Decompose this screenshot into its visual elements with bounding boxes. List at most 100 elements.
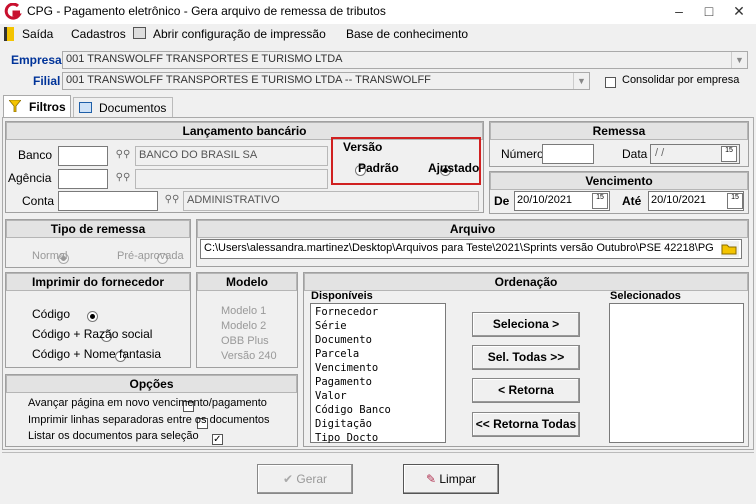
limpar-button[interactable]: ✎ Limpar — [403, 464, 499, 494]
calendar-icon[interactable]: 15 — [727, 193, 743, 209]
arquivo-title: Arquivo — [197, 220, 748, 238]
avancar-label: Avançar página em novo vencimento/pagame… — [28, 397, 267, 409]
arquivo-path: C:\Users\alessandra.martinez\Desktop\Arq… — [204, 242, 714, 254]
obb-label: OBB Plus — [221, 335, 269, 347]
versao-title: Versão — [341, 140, 385, 154]
list-item[interactable]: Vencimento — [315, 361, 441, 375]
selecionados-list[interactable] — [609, 303, 744, 443]
padrao-label: Padrão — [358, 161, 399, 175]
ajustado-label: Ajustado — [428, 161, 480, 175]
list-item[interactable]: Digitação — [315, 417, 441, 431]
consolidar-checkbox[interactable] — [605, 77, 616, 89]
agencia-label: Agência — [8, 171, 52, 185]
check-icon: ✔ — [282, 472, 294, 486]
limpar-label: Limpar — [439, 472, 477, 486]
arquivo-path-input[interactable]: C:\Users\alessandra.martinez\Desktop\Arq… — [200, 239, 742, 259]
remessa-title: Remessa — [490, 122, 748, 140]
list-item[interactable]: Valor — [315, 389, 441, 403]
imprimir-title: Imprimir do fornecedor — [6, 273, 190, 291]
seleciona-button[interactable]: Seleciona > — [472, 312, 580, 337]
tab-filtros-label: Filtros — [29, 100, 66, 114]
binoculars-icon[interactable]: ⚲⚲ — [112, 169, 134, 189]
chevron-down-icon: ▼ — [573, 73, 589, 89]
sel-todas-button[interactable]: Sel. Todas >> — [472, 345, 580, 370]
binoculars-icon[interactable]: ⚲⚲ — [112, 146, 134, 166]
versao240-label: Versão 240 — [221, 350, 277, 362]
fantasia-label: Código + Nome fantasia — [32, 347, 162, 361]
chevron-down-icon: ▼ — [731, 52, 747, 68]
menu-cadastros[interactable]: Cadastros — [71, 27, 126, 41]
listar-label: Listar os documentos para seleção — [28, 430, 199, 442]
menu-saida[interactable]: Saída — [22, 27, 53, 41]
modelo2-label: Modelo 2 — [221, 320, 267, 332]
list-item[interactable]: Parcela — [315, 347, 441, 361]
list-item[interactable]: Documento — [315, 333, 441, 347]
retorna-button[interactable]: < Retorna — [472, 378, 580, 403]
filial-select[interactable]: 001 TRANSWOLFF TRANSPORTES E TURISMO LTD… — [62, 72, 590, 90]
de-value: 20/10/2021 — [517, 194, 573, 206]
maximize-button[interactable]: □ — [694, 0, 724, 22]
opcoes-title: Opções — [6, 375, 297, 393]
binoculars-icon[interactable]: ⚲⚲ — [161, 191, 183, 211]
conta-input[interactable] — [58, 191, 158, 211]
banco-input[interactable] — [58, 146, 108, 166]
razao-label: Código + Razão social — [32, 327, 153, 341]
selecionados-label: Selecionados — [610, 290, 681, 302]
tipo-title: Tipo de remessa — [6, 220, 190, 238]
codigo-radio[interactable] — [86, 311, 98, 323]
agencia-input[interactable] — [58, 169, 108, 189]
listar-checkbox[interactable]: ✓ — [211, 434, 223, 446]
printer-icon — [133, 27, 146, 39]
disponiveis-list[interactable]: Fornecedor Série Documento Parcela Venci… — [310, 303, 446, 445]
close-button[interactable]: ✕ — [724, 0, 754, 22]
modelo-title: Modelo — [197, 273, 297, 291]
tab-filtros[interactable]: Filtros — [3, 95, 71, 118]
data-label: Data — [622, 147, 648, 161]
gerar-button[interactable]: ✔ Gerar — [257, 464, 353, 494]
window-title: CPG - Pagamento eletrônico - Gera arquiv… — [27, 4, 386, 18]
calendar-icon[interactable]: 15 — [592, 193, 608, 209]
menu-base-conhecimento[interactable]: Base de conhecimento — [346, 27, 468, 41]
list-item[interactable]: Fornecedor — [315, 305, 441, 319]
filial-value: 001 TRANSWOLFF TRANSPORTES E TURISMO LTD… — [66, 74, 431, 86]
eraser-icon: ✎ — [425, 472, 437, 486]
vencimento-title: Vencimento — [490, 172, 748, 190]
data-value: / / — [655, 147, 665, 159]
numero-input[interactable] — [542, 144, 594, 164]
consolidar-label: Consolidar por empresa — [622, 74, 740, 86]
list-item[interactable]: Tipo Docto — [315, 431, 441, 445]
ate-value: 20/10/2021 — [651, 194, 707, 206]
pre-aprovada-label: Pré-aprovada — [117, 250, 184, 262]
disponiveis-label: Disponíveis — [311, 290, 373, 302]
empresa-value: 001 TRANSWOLFF TRANSPORTES E TURISMO LTD… — [66, 53, 343, 65]
codigo-label: Código — [32, 307, 71, 321]
menu-abrir-configuracao[interactable]: Abrir configuração de impressão — [153, 27, 326, 41]
conta-name: ADMINISTRATIVO — [183, 191, 479, 211]
exit-icon — [4, 27, 14, 41]
table-icon — [79, 102, 92, 113]
modelo1-label: Modelo 1 — [221, 305, 267, 317]
empresa-label: Empresa — [11, 53, 62, 67]
retorna-todas-button[interactable]: << Retorna Todas — [472, 412, 580, 437]
filter-icon — [9, 100, 21, 112]
agencia-name — [135, 169, 328, 189]
ordenacao-title: Ordenação — [304, 273, 748, 291]
de-label: De — [494, 194, 510, 208]
tab-documentos[interactable]: Documentos — [73, 97, 173, 118]
separadoras-label: Imprimir linhas separadoras entre os doc… — [28, 414, 270, 426]
list-item[interactable]: Código Banco — [315, 403, 441, 417]
list-item[interactable]: Série — [315, 319, 441, 333]
calendar-icon[interactable]: 15 — [721, 146, 737, 162]
folder-open-icon[interactable] — [721, 241, 739, 257]
gerar-label: Gerar — [296, 472, 328, 486]
list-item[interactable]: Pagamento — [315, 375, 441, 389]
empresa-select[interactable]: 001 TRANSWOLFF TRANSPORTES E TURISMO LTD… — [62, 51, 748, 69]
banco-name: BANCO DO BRASIL SA — [135, 146, 328, 166]
numero-label: Número — [501, 147, 544, 161]
conta-label: Conta — [22, 194, 55, 208]
tab-documentos-label: Documentos — [99, 101, 167, 115]
normal-label: Normal — [32, 250, 68, 262]
filial-label: Filial — [33, 74, 61, 88]
minimize-button[interactable]: – — [664, 0, 694, 22]
banco-label: Banco — [18, 148, 53, 162]
